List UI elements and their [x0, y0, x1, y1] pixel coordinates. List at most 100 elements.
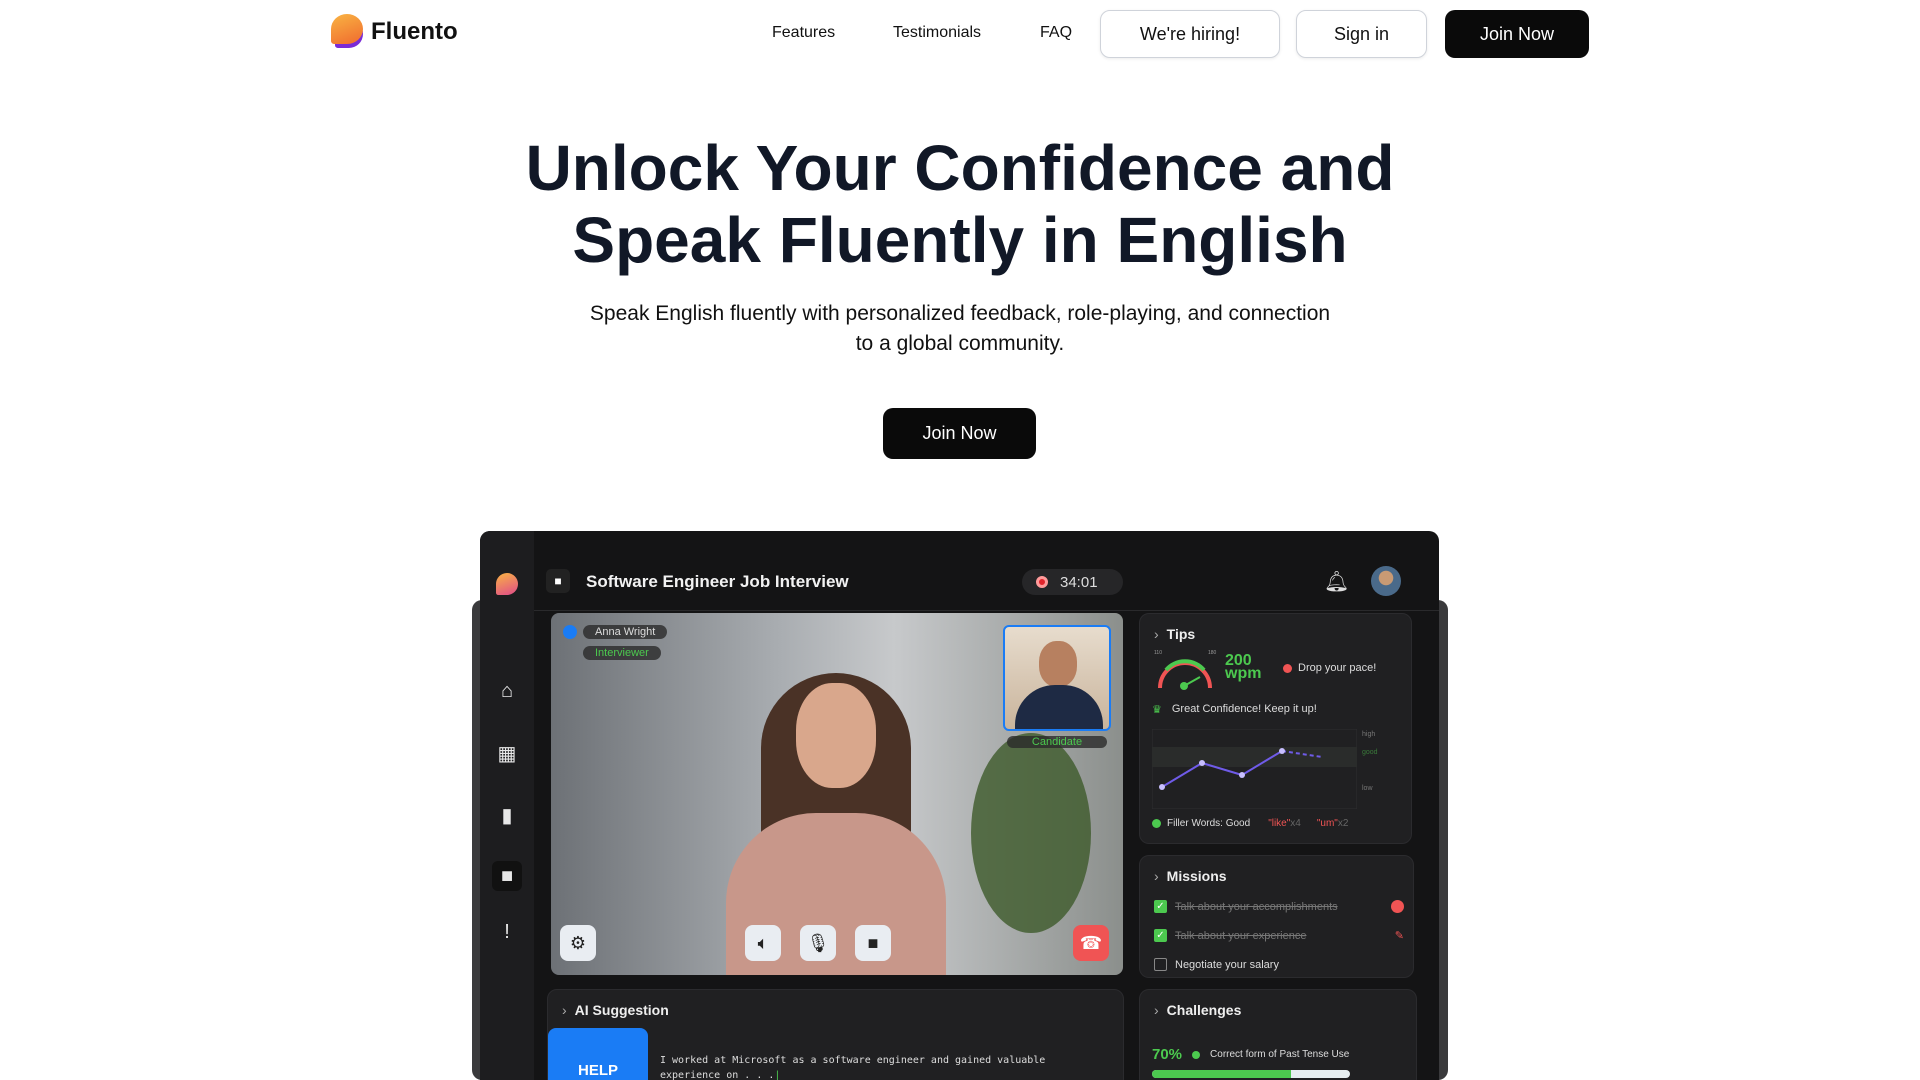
missions-panel: › Missions ✓ Talk about your accomplishmen…	[1139, 855, 1414, 978]
level-high: high	[1362, 731, 1376, 738]
filler1-word: "like"	[1268, 818, 1291, 829]
checkbox-checked[interactable]: ✓	[1154, 929, 1167, 942]
challenge-label: Correct form of Past Tense Use	[1210, 1049, 1350, 1060]
tips-panel: › Tips 110 180 200 wpm Drop your pace! ♛ Gr…	[1139, 613, 1412, 844]
stats-icon[interactable]: ▮	[492, 800, 522, 830]
interviewer-role: Interviewer	[583, 646, 661, 660]
filler2-word: "um"	[1316, 818, 1338, 829]
camera-button[interactable]: ■	[855, 925, 891, 961]
recording-timer: 34:01	[1022, 569, 1123, 595]
settings-button[interactable]: ⚙	[560, 925, 596, 961]
mission-label: Negotiate your salary	[1175, 958, 1279, 971]
speaking-icon	[563, 625, 577, 639]
challenges-panel: › Challenges 70% Correct form of Past Ten…	[1139, 989, 1417, 1080]
level-good: good	[1362, 749, 1378, 756]
bell-icon[interactable]: 🔔︎	[1324, 569, 1349, 594]
help-button[interactable]: HELP	[548, 1028, 648, 1080]
checkbox-unchecked[interactable]	[1154, 958, 1167, 971]
sign-in-button[interactable]: Sign in	[1296, 10, 1427, 58]
interviewer-tag: Anna Wright	[563, 625, 668, 639]
challenges-header[interactable]: › Challenges	[1154, 1002, 1241, 1018]
app-preview: ⌂ ▦ ▮ ■ ! ■ Software Engineer Job Interv…	[480, 531, 1439, 1080]
calendar-icon[interactable]: ▦	[492, 738, 522, 768]
home-icon[interactable]: ⌂	[492, 676, 522, 706]
nav-faq[interactable]: FAQ	[1040, 24, 1072, 42]
challenges-title: Challenges	[1166, 1002, 1242, 1018]
speaker-button[interactable]: 🔈︎	[745, 925, 781, 961]
interviewer-name: Anna Wright	[583, 625, 668, 639]
ai-suggestion-text: I worked at Microsoft as a software engi…	[660, 1055, 1046, 1080]
join-now-hero-button[interactable]: Join Now	[883, 408, 1036, 459]
brand-name: Fluento	[371, 18, 458, 45]
interviewer-face	[796, 683, 876, 788]
missions-title: Missions	[1166, 868, 1227, 884]
gauge-min: 110	[1154, 650, 1162, 656]
challenge-item: 70% Correct form of Past Tense Use	[1152, 1046, 1349, 1063]
filler-label: Filler Words: Good	[1167, 818, 1251, 829]
pace-gauge	[1158, 659, 1212, 690]
chart-point	[1159, 784, 1165, 790]
video-stage: Anna Wright Interviewer Candidate	[551, 613, 1123, 975]
hero-title-line1: Unlock Your Confidence and	[525, 132, 1395, 204]
ai-title: AI Suggestion	[574, 1002, 669, 1018]
session-title: Software Engineer Job Interview	[586, 572, 849, 591]
feedback-icon[interactable]: !	[492, 917, 522, 947]
chart-point	[1239, 772, 1245, 778]
nav-testimonials[interactable]: Testimonials	[893, 24, 981, 42]
mission-label: Talk about your experience	[1175, 929, 1307, 942]
challenge-progress-fill	[1152, 1070, 1291, 1078]
record-icon	[1036, 576, 1048, 588]
mission-label: Talk about your accomplishments	[1175, 900, 1338, 913]
hiring-button[interactable]: We're hiring!	[1100, 10, 1280, 58]
confidence-note: ♛ Great Confidence! Keep it up!	[1152, 703, 1317, 716]
hero-title-line2: Speak Fluently in English	[572, 204, 1348, 276]
app-sidebar: ⌂ ▦ ▮ ■ !	[480, 531, 534, 1080]
microphone-button[interactable]: 🎙︎	[800, 925, 836, 961]
subtitle-line2: to a global community.	[855, 332, 1065, 355]
good-band	[1152, 747, 1357, 767]
pace-alert: Drop your pace!	[1283, 662, 1376, 674]
mission-item[interactable]: ✓ Talk about your experience ✎	[1154, 929, 1404, 942]
filler1-count: x4	[1290, 818, 1301, 829]
pace-alert-text: Drop your pace!	[1298, 662, 1377, 674]
tips-title: Tips	[1166, 626, 1196, 642]
microphone-badge-icon: ✎	[1394, 930, 1404, 942]
ai-suggestion-panel: › AI Suggestion HELP I worked at Microsof…	[547, 989, 1124, 1080]
gauge-max: 180	[1208, 650, 1217, 656]
chart-point	[1279, 748, 1285, 754]
candidate-video	[1003, 625, 1111, 731]
checkbox-checked[interactable]: ✓	[1154, 900, 1167, 913]
star-badge-icon	[1391, 900, 1404, 913]
subtitle-line1: Speak English fluently with personalized…	[589, 302, 1331, 325]
user-avatar[interactable]	[1371, 566, 1401, 596]
mission-item[interactable]: Negotiate your salary	[1154, 958, 1279, 971]
crown-icon: ♛	[1152, 704, 1162, 716]
hero-subtitle: Speak English fluently with personalized…	[560, 299, 1360, 359]
filler2-count: x2	[1337, 818, 1349, 829]
plant	[971, 733, 1091, 933]
camera-icon: ■	[546, 569, 570, 593]
missions-header[interactable]: › Missions	[1154, 868, 1227, 884]
tips-header[interactable]: › Tips	[1154, 626, 1195, 642]
ai-text-line2: experience on . . .	[660, 1070, 775, 1080]
app-logo-icon	[492, 569, 522, 599]
brand-logo[interactable]: Fluento	[331, 14, 458, 50]
logo-icon	[331, 14, 363, 50]
filler-words: Filler Words: Good "like" x4 "um" x2	[1152, 818, 1348, 829]
challenge-progress-bar	[1152, 1070, 1350, 1078]
confidence-text: Great Confidence! Keep it up!	[1171, 703, 1317, 715]
ai-suggestion-header[interactable]: › AI Suggestion	[562, 1002, 669, 1018]
chart-frame	[1152, 729, 1357, 809]
mission-item[interactable]: ✓ Talk about your accomplishments	[1154, 900, 1404, 913]
nav-features[interactable]: Features	[772, 24, 835, 42]
challenge-percent: 70%	[1152, 1046, 1183, 1063]
join-now-nav-button[interactable]: Join Now	[1445, 10, 1589, 58]
hero-title: Unlock Your Confidence and Speak Fluently…	[0, 132, 1920, 276]
app-header: ■ Software Engineer Job Interview 34:01 …	[534, 531, 1439, 611]
video-icon[interactable]: ■	[492, 861, 522, 891]
wpm-readout: 200 wpm	[1225, 653, 1261, 682]
candidate-label: Candidate	[1007, 736, 1107, 748]
chart-point	[1199, 760, 1205, 766]
end-call-button[interactable]: ☎	[1073, 925, 1109, 961]
timer-text: 34:01	[1060, 573, 1098, 591]
